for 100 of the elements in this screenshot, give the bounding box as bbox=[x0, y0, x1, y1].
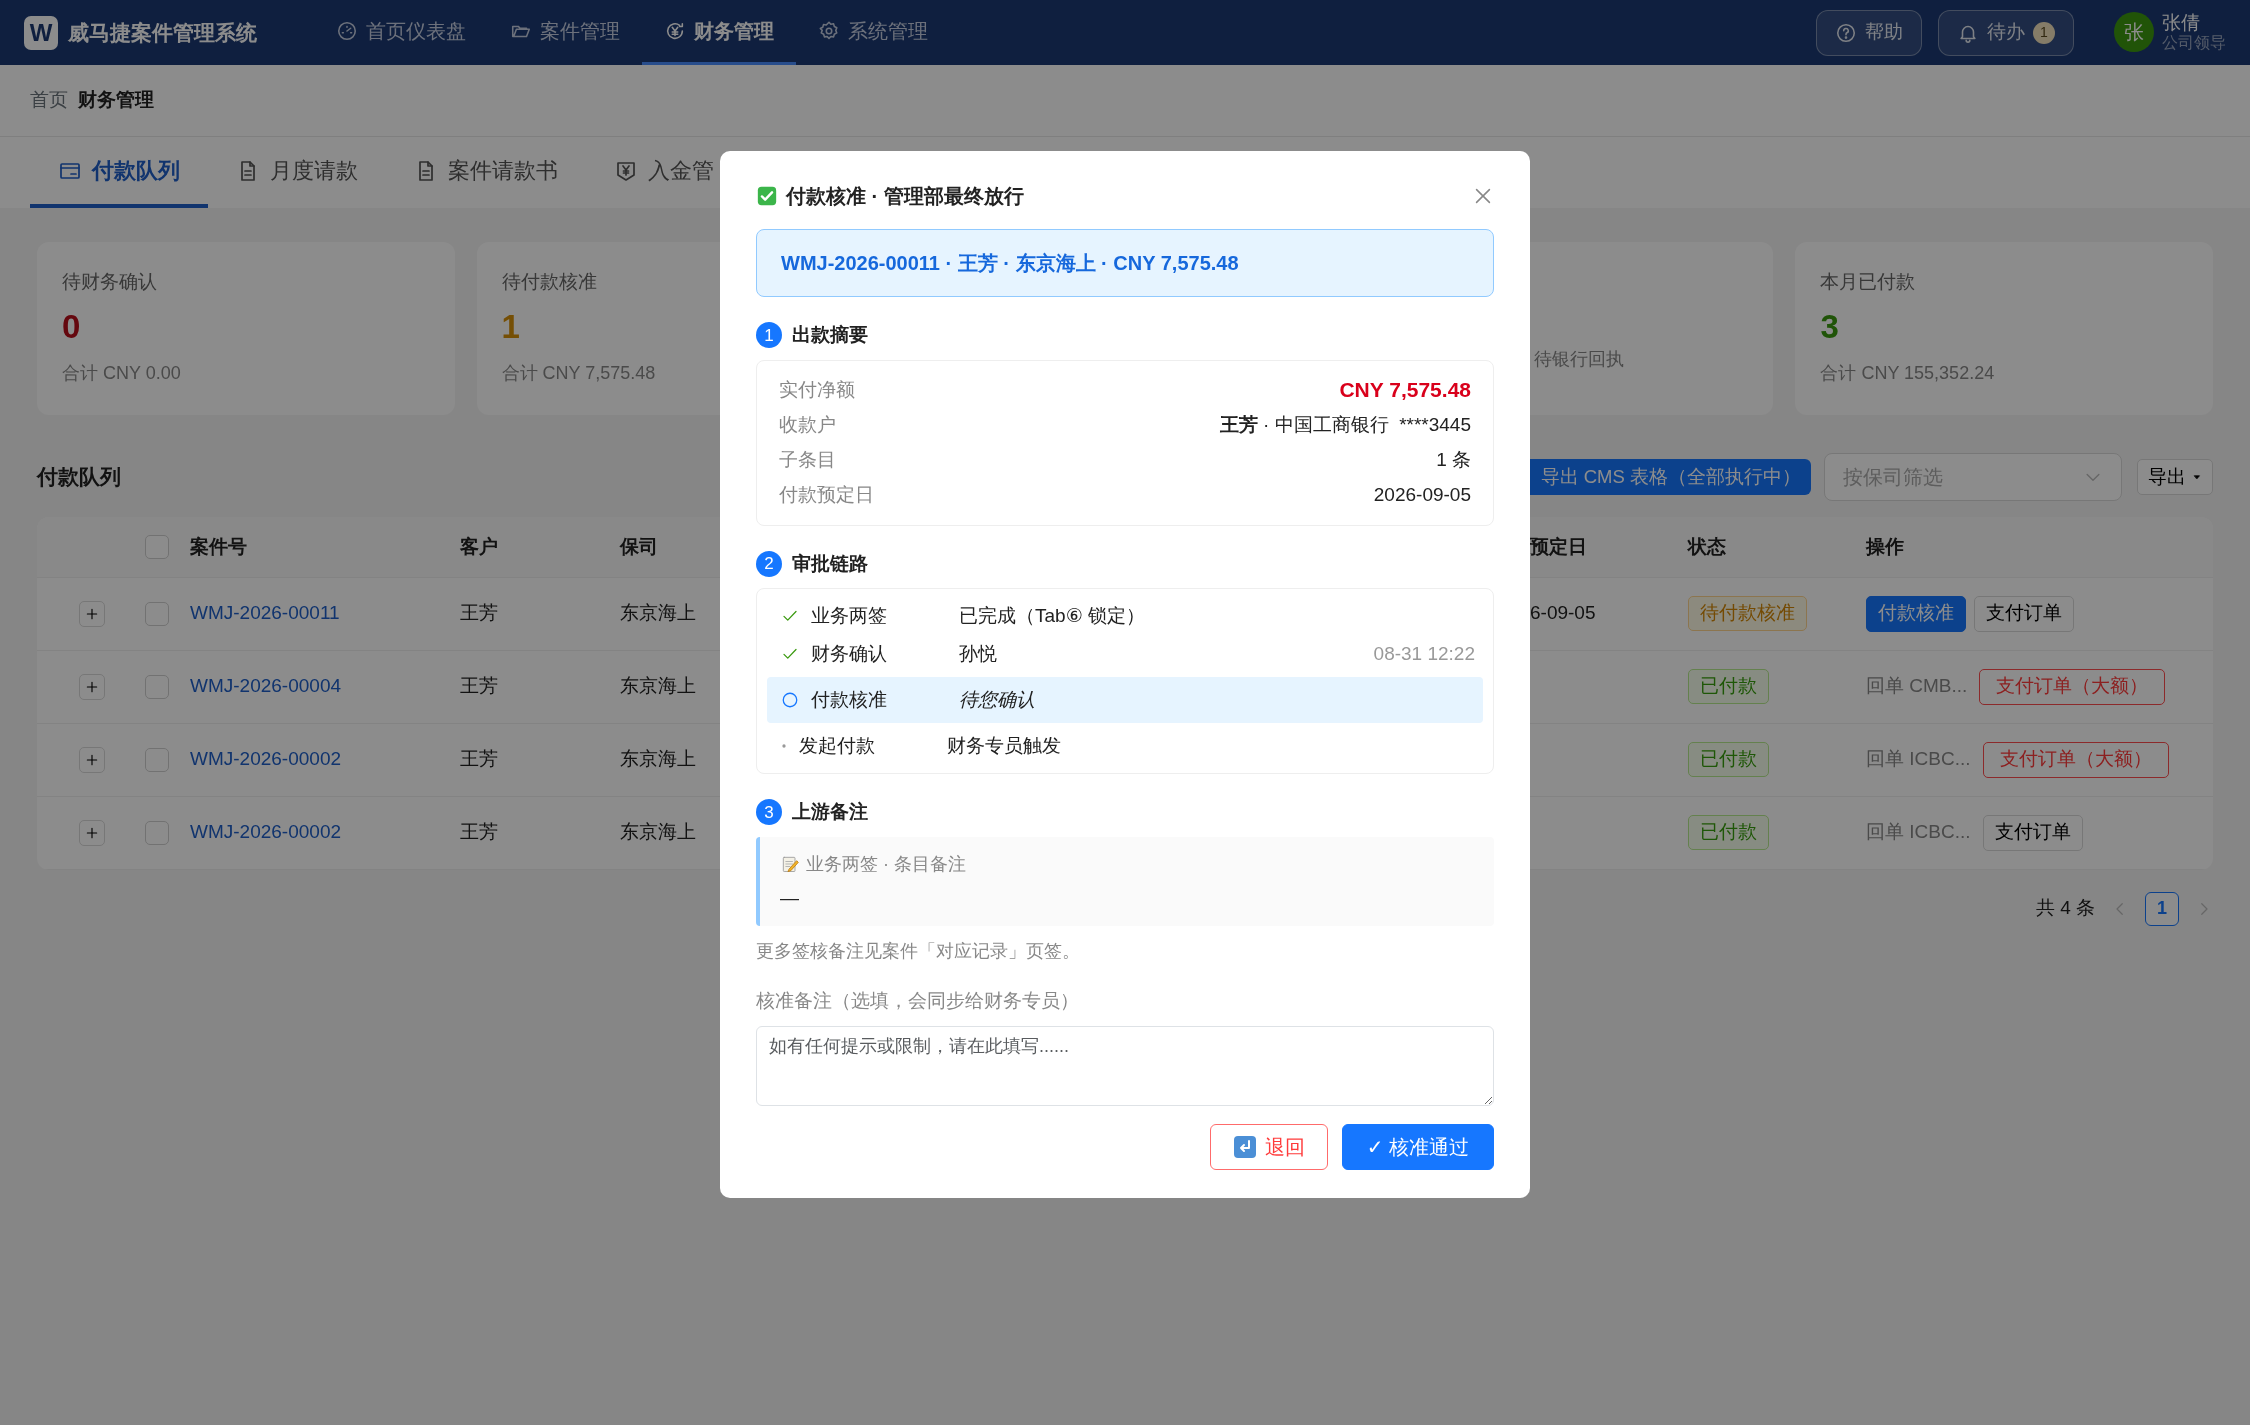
row-checkbox[interactable] bbox=[145, 820, 169, 845]
row-checkbox[interactable] bbox=[145, 747, 169, 772]
step-label: 发起付款 bbox=[799, 733, 876, 758]
logo: W bbox=[24, 15, 58, 50]
receipt-text: 回单 ICBC... bbox=[1866, 821, 1971, 843]
column-header: 预定日 bbox=[1530, 535, 1587, 557]
case-number-link[interactable]: WMJ-2026-00002 bbox=[190, 748, 342, 770]
action-button[interactable]: 支付订单 bbox=[1974, 595, 2074, 632]
expand-row-button[interactable] bbox=[79, 746, 105, 773]
stat-subtext: 合计 CNY 7,575.48 bbox=[501, 362, 656, 386]
page-button[interactable]: 1 bbox=[2145, 891, 2179, 926]
amount-value: CNY 7,575.48 bbox=[1339, 377, 1471, 404]
expand-row-button[interactable] bbox=[79, 600, 105, 627]
tab[interactable]: 月度请款 bbox=[208, 137, 386, 208]
check-box-icon bbox=[756, 185, 778, 207]
status-tag: 已付款 bbox=[1688, 815, 1769, 850]
stat-title: 待付款核准 bbox=[501, 270, 597, 294]
action-button[interactable]: 支付订单 bbox=[1982, 814, 2083, 851]
stat-value: 0 bbox=[62, 306, 81, 347]
hint-text: 更多签核备注见案件「对应记录」页签。 bbox=[756, 940, 1081, 963]
stat-subtext: 合计 CNY 0.00 bbox=[62, 362, 181, 386]
gear-icon bbox=[818, 20, 840, 42]
count-badge: 1 bbox=[2033, 21, 2055, 44]
section-heading: 审批链路 bbox=[792, 551, 868, 576]
status-tag: 已付款 bbox=[1688, 669, 1769, 704]
user-role: 公司领导 bbox=[2162, 34, 2226, 53]
step-number: 2 bbox=[756, 550, 782, 577]
case-banner: WMJ-2026-00011 · 王芳 · 东京海上 · CNY 7,575.48 bbox=[756, 229, 1494, 297]
remark-field[interactable]: 如有任何提示或限制，请在此填写...... bbox=[756, 1025, 1494, 1106]
remark-label: 核准备注（选填，会同步给财务专员） bbox=[756, 989, 1080, 1013]
field-value: 2026-09-05 bbox=[1373, 482, 1471, 507]
dialog-title: 付款核准 · 管理部最终放行 bbox=[786, 184, 1024, 209]
step-label: 付款核准 bbox=[811, 687, 888, 712]
status-tag: 已付款 bbox=[1688, 742, 1769, 777]
action-button[interactable]: 付款核准 bbox=[1866, 595, 1966, 632]
receipt-text: 回单 CMB... bbox=[1866, 675, 1968, 697]
stat-title: 待财务确认 bbox=[62, 270, 157, 294]
gauge-icon bbox=[336, 20, 358, 42]
client-name: 王芳 bbox=[460, 675, 498, 697]
coin-icon bbox=[664, 20, 686, 42]
caret-icon bbox=[2192, 472, 2202, 482]
stat-subtext: 合计 CNY 155,352.24 bbox=[1820, 362, 1995, 386]
breadcrumb-link[interactable]: 首页 bbox=[30, 86, 68, 115]
expand-row-button[interactable] bbox=[79, 819, 105, 846]
insurer-name: 东京海上 bbox=[620, 821, 696, 843]
column-header: 案件号 bbox=[190, 535, 247, 557]
help-icon bbox=[1835, 21, 1857, 44]
column-header: 状态 bbox=[1688, 535, 1726, 557]
breadcrumb-current: 财务管理 bbox=[78, 88, 154, 113]
step-detail: 孙悦 bbox=[959, 641, 997, 666]
action-button[interactable]: 支付订单（大额） bbox=[1982, 741, 2169, 778]
insurer-name: 东京海上 bbox=[620, 748, 696, 770]
insurer-name: 东京海上 bbox=[620, 675, 696, 697]
export-dropdown-button[interactable]: 导出 bbox=[2137, 459, 2213, 495]
insurer-name: 东京海上 bbox=[620, 602, 696, 624]
nav-item[interactable]: 案件管理 bbox=[488, 0, 642, 65]
action-button[interactable]: 支付订单（大额） bbox=[1979, 668, 2166, 705]
approve-button[interactable]: ✓ 核准通过 bbox=[1341, 1123, 1494, 1170]
note-text: — bbox=[780, 885, 800, 910]
field-label: 实付净额 bbox=[779, 377, 855, 402]
row-checkbox[interactable] bbox=[145, 674, 169, 699]
case-number-link[interactable]: WMJ-2026-00004 bbox=[190, 675, 342, 697]
field-value: 1 条 bbox=[1436, 447, 1471, 472]
nav-item[interactable]: 首页仪表盘 bbox=[314, 0, 488, 65]
step-label: 业务两签 bbox=[811, 603, 888, 628]
field-value: 王芳 · 中国工商银行 ****3445 bbox=[1219, 412, 1471, 437]
avatar: 张 bbox=[2114, 12, 2154, 53]
field-label: 子条目 bbox=[779, 447, 836, 472]
field-label: 收款户 bbox=[779, 412, 836, 437]
total-count: 共 4 条 bbox=[2035, 896, 2095, 921]
select-all-checkbox[interactable] bbox=[145, 534, 169, 559]
tab[interactable]: 案件请款书 bbox=[386, 137, 586, 208]
field-label: 付款预定日 bbox=[779, 482, 874, 507]
memo-icon bbox=[780, 854, 800, 874]
section-heading: 上游备注 bbox=[792, 800, 868, 824]
app-title: 威马捷案件管理系统 bbox=[68, 19, 257, 46]
column-header: 操作 bbox=[1866, 535, 1904, 557]
step-detail: 已完成（Tab⑥ 锁定） bbox=[959, 603, 1145, 628]
return-button[interactable]: 退回 bbox=[1209, 1123, 1328, 1170]
tab[interactable]: 入金管 bbox=[586, 137, 742, 208]
step-number: 3 bbox=[756, 799, 782, 826]
tab[interactable]: 付款队列 bbox=[30, 137, 208, 208]
column-header: 保司 bbox=[620, 535, 658, 557]
due-date: 6-09-05 bbox=[1530, 602, 1596, 624]
return-icon bbox=[1232, 1134, 1257, 1159]
note-title: 业务两签 · 条目备注 bbox=[806, 852, 966, 876]
expand-row-button[interactable] bbox=[79, 673, 105, 700]
nav-item[interactable]: 系统管理 bbox=[796, 0, 950, 65]
user-name: 张倩 bbox=[2162, 12, 2201, 35]
case-number-link[interactable]: WMJ-2026-00011 bbox=[190, 602, 340, 624]
step-detail: 财务专员触发 bbox=[947, 733, 1061, 758]
case-number-link[interactable]: WMJ-2026-00002 bbox=[190, 821, 342, 843]
section-heading: 出款摘要 bbox=[792, 323, 868, 347]
step-time: 08-31 12:22 bbox=[1373, 641, 1475, 666]
status-tag: 待付款核准 bbox=[1688, 596, 1807, 631]
step-detail: 待您确认 bbox=[959, 687, 1035, 712]
row-checkbox[interactable] bbox=[145, 601, 169, 626]
client-name: 王芳 bbox=[460, 821, 498, 843]
client-name: 王芳 bbox=[460, 602, 498, 624]
stat-subtext: 待银行回执 bbox=[1533, 348, 1624, 371]
